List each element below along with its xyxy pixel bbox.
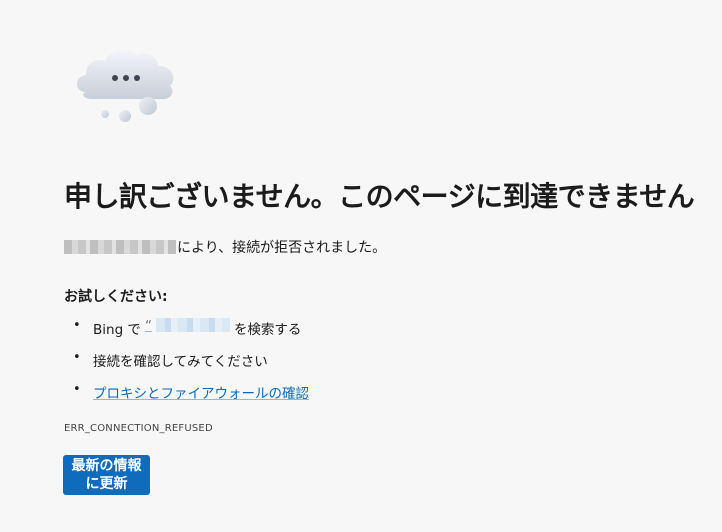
search-prefix: Bing で [93, 322, 141, 338]
search-query-link[interactable]: “ [145, 318, 152, 334]
dot-2 [123, 75, 129, 81]
proxy-firewall-link[interactable]: プロキシとファイアウォールの確認 [93, 382, 309, 402]
dot-1 [112, 75, 118, 81]
bullet: • [73, 318, 81, 333]
redacted-query[interactable] [155, 318, 230, 332]
connection-refused-message: により、接続が拒否されました。 [64, 237, 386, 257]
list-item-search-bing: • Bing で “ を検索する [64, 316, 309, 348]
error-code: ERR_CONNECTION_REFUSED [64, 423, 213, 434]
cloud-with-dots-icon [77, 48, 174, 122]
redacted-hostname [64, 240, 176, 254]
bubble-medium [119, 110, 131, 122]
refresh-button[interactable]: 最新の情報に更新 [63, 455, 150, 495]
list-item-check-connection: • 接続を確認してみてください [64, 348, 309, 380]
try-heading: お試しください: [64, 289, 168, 305]
bubble-large [139, 97, 157, 115]
error-page: 申し訳ございません。このページに到達できません により、接続が拒否されました。 … [0, 0, 722, 532]
dot-3 [134, 75, 140, 81]
bullet: • [73, 382, 81, 397]
search-suffix: を検索する [233, 322, 302, 338]
page-title: 申し訳ございません。このページに到達できません [64, 180, 695, 213]
suggestion-list: • Bing で “ を検索する • 接続を確認してみてください • プロキシと… [64, 316, 309, 412]
bullet: • [73, 350, 81, 365]
bubble-small [101, 110, 109, 118]
list-item-proxy-firewall: • プロキシとファイアウォールの確認 [64, 380, 309, 412]
refused-text: により、接続が拒否されました。 [177, 240, 387, 256]
check-connection-text: 接続を確認してみてください [93, 354, 268, 370]
